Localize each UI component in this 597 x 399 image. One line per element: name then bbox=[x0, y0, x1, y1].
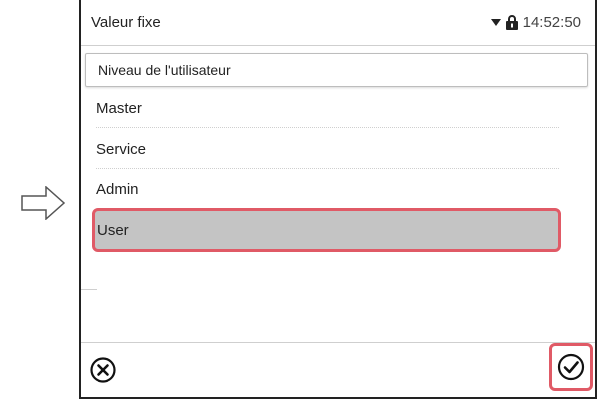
confirm-circle-check-icon[interactable] bbox=[557, 353, 585, 381]
cancel-circle-x-icon[interactable] bbox=[90, 357, 116, 383]
item-separator bbox=[96, 127, 559, 128]
confirm-button[interactable] bbox=[549, 343, 593, 391]
list-item-label: User bbox=[97, 222, 129, 239]
list-item-admin[interactable]: Admin bbox=[81, 169, 559, 209]
list-header-label: Niveau de l'utilisateur bbox=[98, 62, 231, 78]
list-item-label: Service bbox=[96, 141, 147, 158]
clock-time: 14:52:50 bbox=[522, 14, 581, 31]
list-item-label: Admin bbox=[96, 181, 139, 198]
divider bbox=[81, 289, 97, 290]
device-screen: Valeur fixe 14:52:50 Niveau de l'utilisa… bbox=[79, 0, 597, 399]
list-header: Niveau de l'utilisateur bbox=[85, 53, 588, 87]
status-bar: Valeur fixe 14:52:50 bbox=[81, 0, 595, 46]
list-item-label: Master bbox=[96, 100, 142, 117]
dropdown-arrow-icon[interactable] bbox=[490, 18, 501, 27]
screen-title: Valeur fixe bbox=[91, 14, 161, 31]
lock-icon[interactable] bbox=[505, 15, 518, 30]
list-item-service[interactable]: Service bbox=[81, 129, 559, 169]
list-item-user[interactable]: User bbox=[92, 208, 561, 252]
footer-bar bbox=[81, 342, 595, 399]
right-pointing-arrow-icon bbox=[21, 186, 65, 220]
list-item-master[interactable]: Master bbox=[81, 88, 559, 128]
status-bar-right: 14:52:50 bbox=[490, 14, 581, 31]
